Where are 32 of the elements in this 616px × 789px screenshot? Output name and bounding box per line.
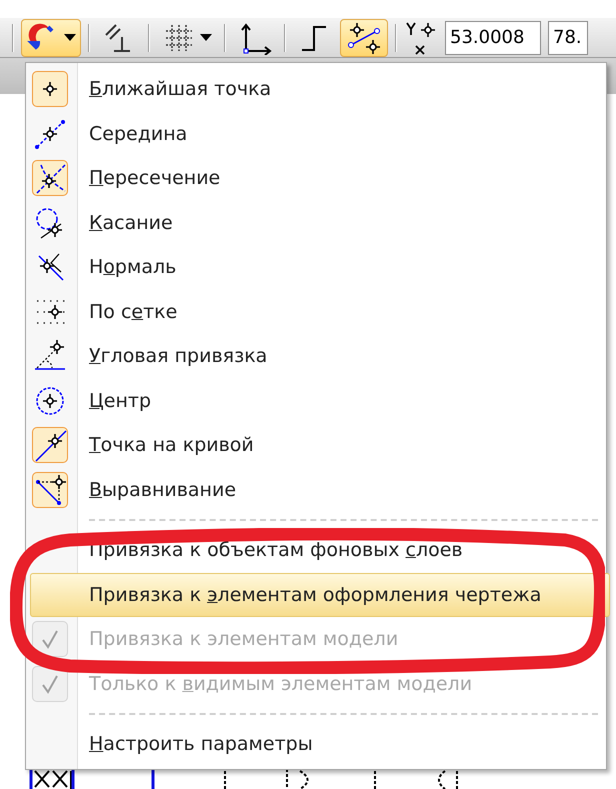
menu-item-label: Нормаль	[89, 255, 176, 280]
menu-item-label: По сетке	[89, 300, 178, 324]
menu-item-label: Пересечение	[89, 166, 220, 191]
menu-item-label: Настроить параметры	[89, 732, 313, 757]
snap-line-button[interactable]	[340, 18, 388, 56]
menu-item[interactable]: Пересечение	[30, 156, 610, 200]
menu-item-label: Середина	[89, 122, 188, 146]
menu-item-label: Касание	[89, 210, 173, 236]
menu-item-label: Угловая привязка	[89, 344, 268, 369]
menu-item-label: Центр	[89, 388, 152, 414]
menu-item[interactable]: Центр	[30, 378, 610, 423]
menu-item-label: Ближайшая точка	[89, 77, 272, 102]
menu-item-label: Точка на кривой	[89, 433, 254, 458]
coordinate-field[interactable]: 78.	[548, 20, 588, 54]
menu-item[interactable]: Выравнивание	[30, 468, 610, 512]
menu-item-label: Привязка к элементам оформления чертежа	[89, 582, 542, 608]
menu-item[interactable]: Точка на кривой	[30, 423, 610, 468]
menu-item-label: Выравнивание	[89, 478, 236, 502]
menu-item-label: Только к видимым элементам модели	[89, 672, 472, 696]
menu-item[interactable]: Настроить параметры	[30, 722, 610, 766]
menu-item[interactable]: Ближайшая точка	[30, 67, 610, 112]
magnet-button[interactable]	[21, 18, 81, 56]
menu-item[interactable]: Нормаль	[30, 245, 610, 290]
menu-item[interactable]: Середина	[30, 112, 610, 156]
menu-item[interactable]: Касание	[30, 200, 610, 245]
snap-line-icon	[345, 20, 383, 54]
coordinate-field[interactable]: 53.0008	[445, 20, 541, 54]
menu-item[interactable]: Привязка к элементам оформления чертежа	[30, 572, 610, 617]
menu-item[interactable]: Угловая привязка	[30, 334, 610, 378]
menu-item[interactable]: По сетке	[30, 290, 610, 334]
menu-item-label: Привязка к элементам модели	[89, 627, 398, 652]
coordinates-icon	[404, 20, 438, 56]
